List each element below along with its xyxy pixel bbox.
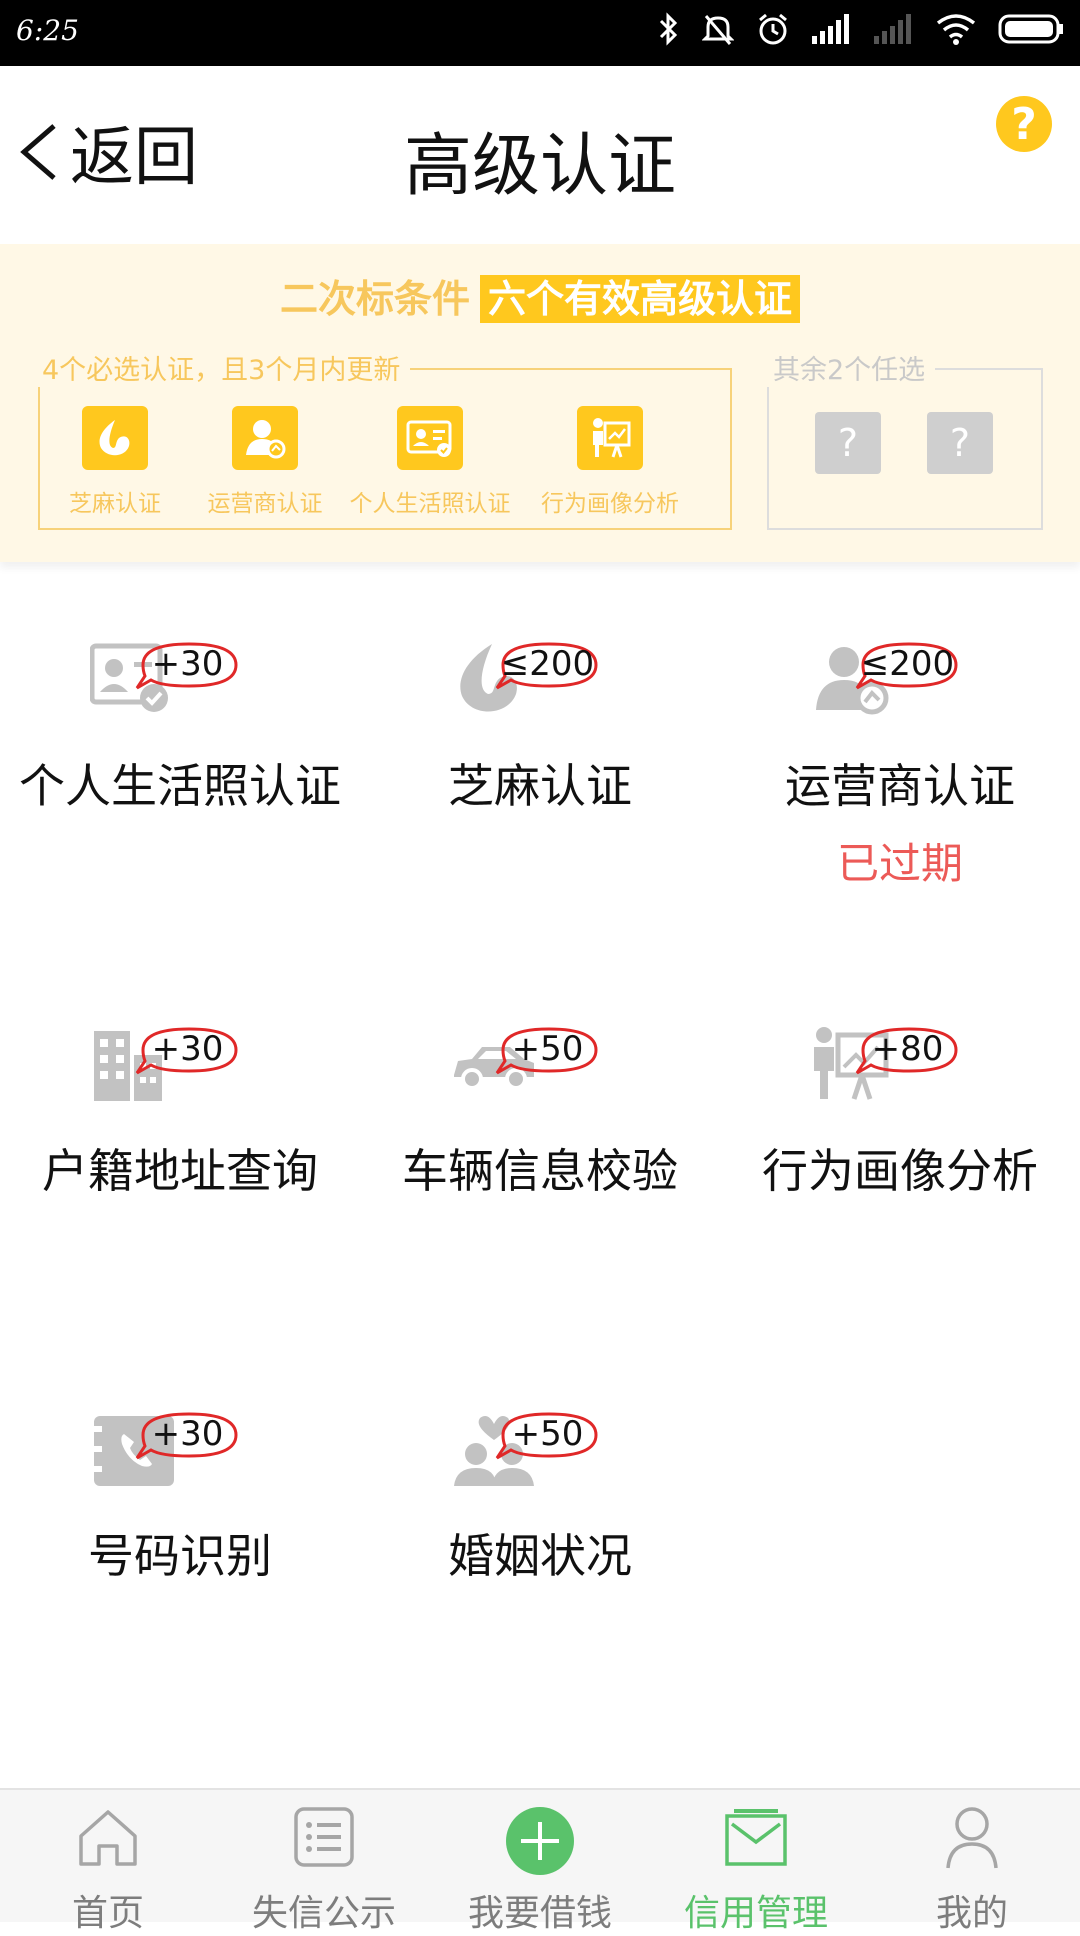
cert-item-phone-number[interactable]: +30 号码识别 (0, 1370, 360, 1690)
list-icon (294, 1807, 354, 1867)
user-icon (946, 1807, 998, 1869)
score-text: ≤200 (500, 644, 595, 684)
status-bar: 6:25 (0, 0, 1080, 66)
cert-label: 行为画像分析 (762, 1144, 1038, 1198)
cert-label: 婚姻状况 (448, 1529, 632, 1583)
nav-item-borrow[interactable]: 我要借钱 (432, 1790, 648, 1934)
required-item-label: 个人生活照认证 (349, 491, 511, 517)
cert-item-sesame[interactable]: ≤200 芝麻认证 (360, 600, 720, 920)
cert-status-expired: 已过期 (836, 839, 963, 888)
cert-label: 芝麻认证 (448, 759, 632, 813)
status-icons (658, 12, 1064, 46)
nav-label: 我要借钱 (467, 1893, 612, 1934)
required-item-label: 行为画像分析 (541, 491, 679, 517)
bottom-nav: 首页 失信公示 我要借钱 信用管理 我的 (0, 1788, 1080, 1934)
banner-heading-highlight: 六个有效高级认证 (480, 275, 801, 323)
score-text: +50 (511, 1029, 584, 1069)
required-item-sesame: 芝麻认证 (40, 406, 190, 518)
cert-item-life-photo[interactable]: +30 个人生活照认证 (0, 600, 360, 920)
score-text: +30 (151, 1029, 224, 1069)
nav-item-credit-management[interactable]: 信用管理 (648, 1790, 864, 1934)
behavior-icon (577, 406, 643, 470)
required-item-operator: 运营商认证 (190, 406, 340, 518)
alarm-icon (759, 13, 787, 45)
signal-icon (812, 14, 849, 44)
mute-bell-icon (702, 15, 734, 45)
unknown-item-tile: ? (927, 412, 993, 474)
cert-label: 个人生活照认证 (19, 759, 341, 813)
required-item-label: 运营商认证 (207, 491, 323, 517)
sesame-icon (82, 406, 148, 470)
battery-icon (998, 14, 1063, 44)
optional-box: 其余2个任选 ? ? (763, 348, 1043, 530)
required-item-id-photo: 个人生活照认证 (340, 406, 520, 518)
cert-label: 车辆信息校验 (402, 1144, 678, 1198)
required-title: 4个必选认证，且3个月内更新 (32, 348, 411, 387)
requirement-banner: 二次标条件六个有效高级认证 4个必选认证，且3个月内更新 芝麻认证 运营商认证 (0, 244, 1080, 562)
unknown-item-tile: ? (815, 412, 881, 474)
banner-heading-text: 二次标条件 (279, 277, 470, 321)
cert-label: 运营商认证 (785, 759, 1015, 813)
nav-item-home[interactable]: 首页 (0, 1790, 216, 1934)
score-text: +50 (511, 1414, 584, 1454)
score-text: +30 (151, 1414, 224, 1454)
signal-empty-icon (874, 14, 911, 44)
cert-label: 号码识别 (88, 1529, 272, 1583)
wifi-icon (936, 14, 976, 45)
nav-label: 信用管理 (683, 1893, 828, 1934)
id-photo-icon (397, 406, 463, 470)
nav-label: 首页 (71, 1893, 144, 1934)
cert-item-household[interactable]: +30 户籍地址查询 (0, 985, 360, 1305)
score-text: +80 (871, 1029, 944, 1069)
banner-heading: 二次标条件 六个有效高级认证 (0, 268, 1080, 323)
status-time: 6:25 (16, 14, 79, 47)
inbox-icon (725, 1809, 787, 1866)
score-text: +30 (151, 644, 224, 684)
score-text: ≤200 (860, 644, 955, 684)
cert-item-behavior[interactable]: +80 行为画像分析 (720, 985, 1080, 1305)
home-icon (79, 1810, 137, 1866)
optional-title: 其余2个任选 (763, 348, 936, 387)
required-item-behavior: 行为画像分析 (520, 406, 700, 518)
cert-item-marriage[interactable]: +50 婚姻状况 (360, 1370, 720, 1690)
nav-label: 失信公示 (251, 1893, 396, 1934)
nav-item-dishonest-list[interactable]: 失信公示 (216, 1790, 432, 1934)
cert-item-operator[interactable]: ≤200 运营商认证 已过期 (720, 600, 1080, 920)
required-item-label: 芝麻认证 (69, 491, 161, 517)
operator-icon (232, 406, 298, 470)
cert-label: 户籍地址查询 (42, 1144, 318, 1198)
cert-item-vehicle[interactable]: +50 车辆信息校验 (360, 985, 720, 1305)
nav-label: 我的 (935, 1893, 1008, 1934)
page-title: 高级认证 (403, 127, 676, 206)
help-icon[interactable]: ? (996, 96, 1052, 152)
header: 返回 高级认证 ? (0, 66, 1080, 244)
nav-item-mine[interactable]: 我的 (864, 1790, 1080, 1934)
required-box: 4个必选认证，且3个月内更新 芝麻认证 运营商认证 个人生活照认证 行为画像分析 (32, 348, 732, 530)
plus-circle-icon (506, 1807, 574, 1875)
bluetooth-icon (659, 12, 678, 46)
